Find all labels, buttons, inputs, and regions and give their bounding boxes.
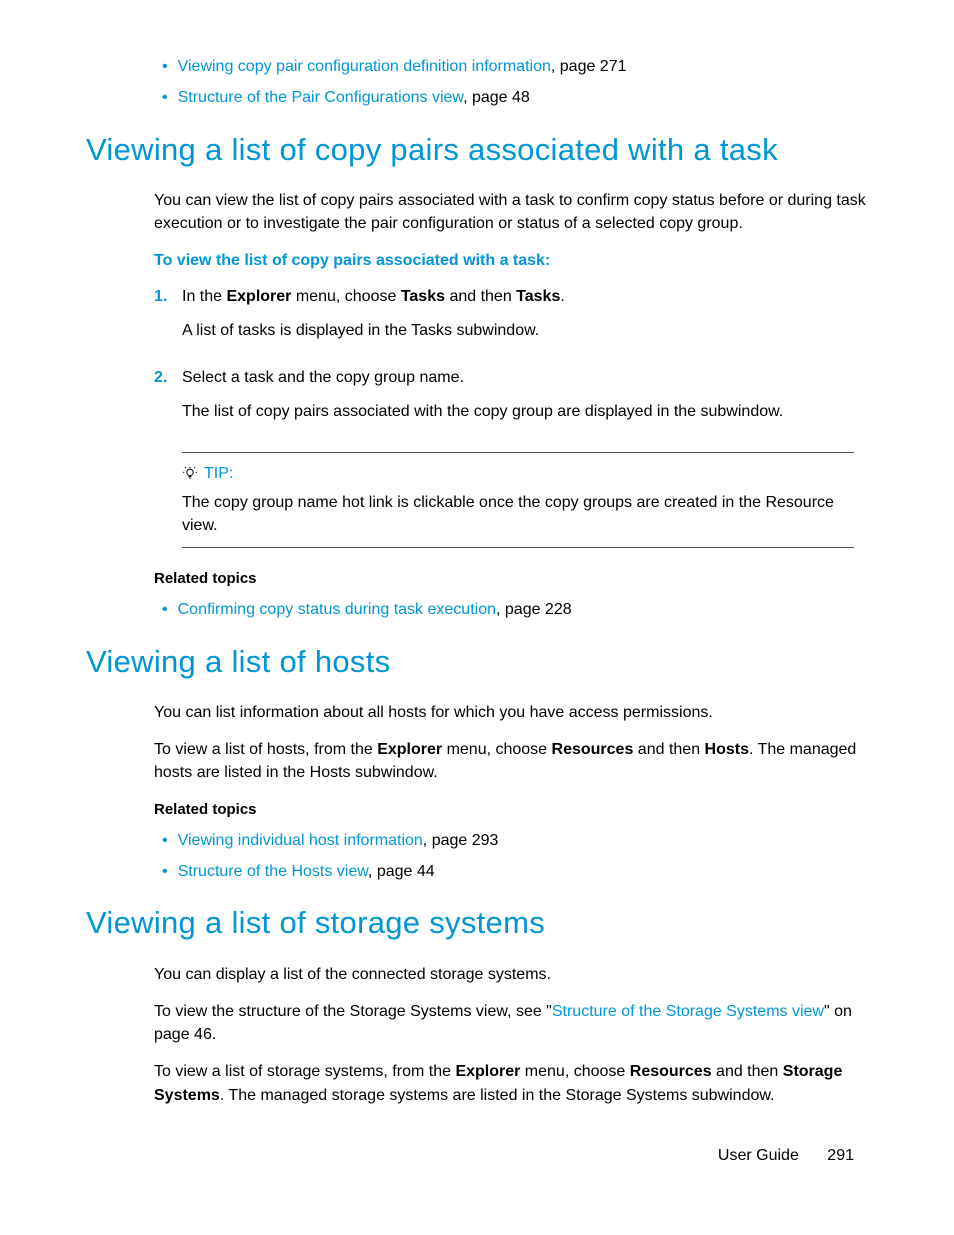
page-ref: , page 228 [496,601,572,618]
intro-text: You can view the list of copy pairs asso… [154,189,868,235]
page-footer: User Guide 291 [718,1145,854,1167]
cross-ref-link[interactable]: Structure of the Storage Systems view [552,1003,824,1020]
tip-box: TIP: The copy group name hot link is cli… [182,452,854,549]
step-result: A list of tasks is displayed in the Task… [182,320,868,342]
section-heading: Viewing a list of copy pairs associated … [86,128,868,171]
related-link[interactable]: Structure of the Hosts view [178,863,368,880]
top-related-list: • Viewing copy pair configuration defini… [162,56,868,110]
footer-page-number: 291 [827,1147,854,1164]
step-text: In the Explorer menu, choose Tasks and t… [182,286,868,308]
bullet-icon: • [162,830,168,852]
related-link[interactable]: Confirming copy status during task execu… [178,601,496,618]
intro-text: You can display a list of the connected … [154,963,868,986]
step-result: The list of copy pairs associated with t… [182,401,868,423]
procedure-title: To view the list of copy pairs associate… [154,250,868,272]
page-ref: , page 293 [423,832,499,849]
related-topics-heading: Related topics [154,799,868,820]
page-ref: , page 48 [463,89,530,106]
lightbulb-icon [182,466,198,482]
list-item: • Viewing copy pair configuration defini… [162,56,868,78]
related-link[interactable]: Structure of the Pair Configurations vie… [178,89,463,106]
step-item: 2. Select a task and the copy group name… [154,367,868,436]
page-ref: , page 44 [368,863,435,880]
section-heading: Viewing a list of hosts [86,640,868,683]
step-number: 2. [154,367,182,389]
tip-label: TIP: [204,463,233,485]
section-heading: Viewing a list of storage systems [86,901,868,944]
list-item: • Structure of the Hosts view, page 44 [162,861,868,883]
body-text: To view a list of hosts, from the Explor… [154,738,868,784]
page-ref: , page 271 [551,58,627,75]
bullet-icon: • [162,87,168,109]
related-list: • Confirming copy status during task exe… [162,599,868,621]
intro-text: You can list information about all hosts… [154,701,868,724]
list-item: • Viewing individual host information, p… [162,830,868,852]
related-link[interactable]: Viewing copy pair configuration definiti… [178,58,551,75]
bullet-icon: • [162,599,168,621]
related-topics-heading: Related topics [154,568,868,589]
bullet-icon: • [162,861,168,883]
related-list: • Viewing individual host information, p… [162,830,868,884]
tip-text: The copy group name hot link is clickabl… [182,491,854,537]
step-text: Select a task and the copy group name. [182,367,868,389]
step-item: 1. In the Explorer menu, choose Tasks an… [154,286,868,355]
list-item: • Confirming copy status during task exe… [162,599,868,621]
footer-label: User Guide [718,1147,799,1164]
step-number: 1. [154,286,182,308]
list-item: • Structure of the Pair Configurations v… [162,87,868,109]
body-text: To view a list of storage systems, from … [154,1060,868,1106]
bullet-icon: • [162,56,168,78]
body-text: To view the structure of the Storage Sys… [154,1000,868,1046]
related-link[interactable]: Viewing individual host information [178,832,423,849]
